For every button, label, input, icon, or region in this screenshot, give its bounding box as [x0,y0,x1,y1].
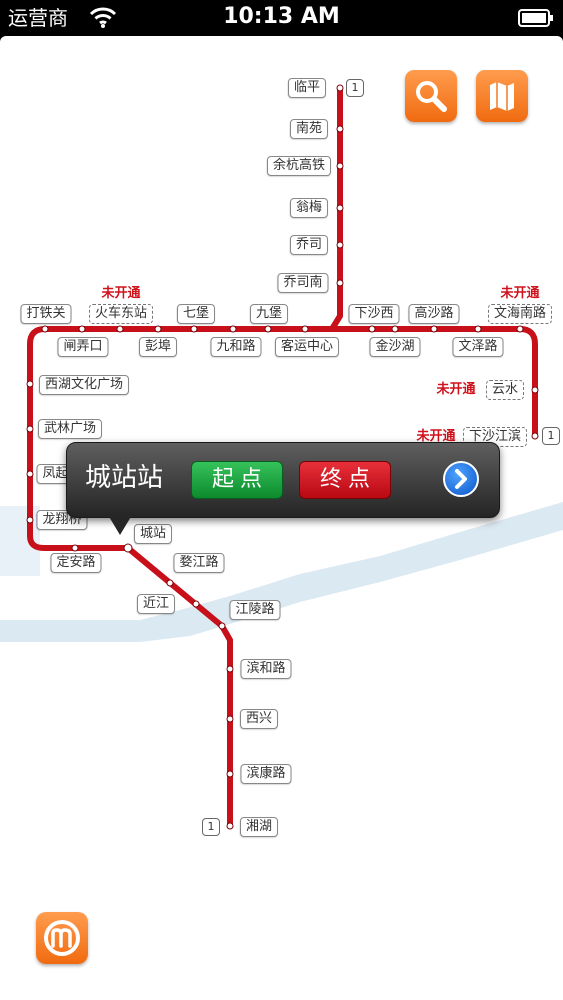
station-label-binkanglu[interactable]: 滨康路 [240,764,292,784]
station-dot-gaoshalu[interactable] [430,325,438,333]
line-1-badge-xiasha: 1 [542,427,560,445]
station-dot-jiubao[interactable] [264,325,272,333]
station-label-wulin-guangchang[interactable]: 武林广场 [37,419,103,439]
station-label-jianglinglu[interactable]: 江陵路 [229,600,281,620]
station-dot-wujianglu[interactable] [166,579,174,587]
hangzhou-metro-logo-icon [44,920,80,956]
station-label-zhanongkou[interactable]: 闸弄口 [57,337,109,357]
station-label-jinshahu[interactable]: 金沙湖 [369,337,421,357]
map-icon [490,82,514,111]
set-start-button[interactable]: 起点 [191,461,283,499]
station-dot-qibao[interactable] [190,325,198,333]
station-label-jinjiang[interactable]: 近江 [136,594,176,614]
station-dot-binhelu[interactable] [226,665,234,673]
station-label-binhelu[interactable]: 滨和路 [240,659,292,679]
station-dot-qiaosi-nan[interactable] [336,279,344,287]
station-label-huoche-dongzhan[interactable]: 火车东站 [88,304,154,324]
station-dot-wulin[interactable] [26,425,34,433]
station-label-nanyuan[interactable]: 南苑 [289,119,329,139]
station-label-qiaosi[interactable]: 乔司 [289,235,329,255]
station-label-datieguan[interactable]: 打铁关 [20,304,72,324]
station-detail-button[interactable] [443,461,479,497]
station-dot-wenhai-nanlu[interactable] [516,325,524,333]
metro-logo-button[interactable] [36,912,88,964]
search-icon [416,81,447,112]
station-label-wujianglu[interactable]: 婺江路 [173,553,225,573]
station-label-gaoshalu[interactable]: 高沙路 [408,304,460,324]
station-dot-jinshahu[interactable] [391,325,399,333]
station-dot-dinganlu[interactable] [71,544,79,552]
station-label-keyun-zhongxin[interactable]: 客运中心 [274,337,340,357]
station-label-chengzhan[interactable]: 城站 [133,524,173,544]
station-popup: 城站站 起点 终点 [66,442,500,518]
station-dot-wengmei[interactable] [336,204,344,212]
search-button[interactable] [405,70,457,122]
chevron-right-icon [455,469,467,489]
station-label-jiuhelu[interactable]: 九和路 [210,337,262,357]
station-label-yunshui[interactable]: 云水 [485,380,525,400]
station-dot-chengzhan[interactable] [123,543,133,553]
station-dot-jiuhelu[interactable] [229,325,237,333]
station-dot-xianghu[interactable] [226,822,234,830]
station-label-dinganlu[interactable]: 定安路 [50,553,102,573]
map-button[interactable] [476,70,528,122]
station-dot-pengbu[interactable] [154,325,162,333]
station-dot-yunshui[interactable] [531,386,539,394]
station-label-xihu-wenhua-guangchang[interactable]: 西湖文化广场 [38,375,130,395]
station-label-wenhai-nanlu[interactable]: 文海南路 [487,304,553,324]
line-1-badge-linping: 1 [346,79,364,97]
popup-station-title: 城站站 [85,463,164,493]
station-label-wenzelu[interactable]: 文泽路 [452,337,504,357]
station-dot-linping[interactable] [336,84,344,92]
clock: 10:13 AM [223,4,340,29]
station-dot-huoche-dongzhan[interactable] [116,325,124,333]
status-bar: 运营商 10:13 AM [0,0,563,36]
station-dot-binkanglu[interactable] [226,770,234,778]
station-dot-nanyuan[interactable] [336,125,344,133]
station-dot-yuhang-gaotie[interactable] [336,162,344,170]
station-label-qibao[interactable]: 七堡 [176,304,216,324]
station-dot-xihu-wenhua[interactable] [26,380,34,388]
metro-map-screen[interactable]: 1 1 1 未开通 未开通 未开通 未开通 临平 南苑 余杭高铁 翁梅 乔司 乔… [0,36,563,1000]
station-dot-wenzelu[interactable] [474,325,482,333]
station-label-xiashaxi[interactable]: 下沙西 [348,304,400,324]
station-label-yuhang-gaotie[interactable]: 余杭高铁 [266,156,332,176]
not-open-notice-huoche-dongzhan: 未开通 [101,286,141,301]
station-dot-qiaosi[interactable] [336,241,344,249]
not-open-notice-wenhai-nanlu: 未开通 [500,286,540,301]
station-dot-longxiangqiao[interactable] [26,516,34,524]
station-dot-xixing[interactable] [226,715,234,723]
station-label-linping[interactable]: 临平 [287,78,327,98]
station-dot-keyun-zhongxin[interactable] [301,325,309,333]
station-label-qiaosi-nan[interactable]: 乔司南 [277,273,329,293]
station-label-wengmei[interactable]: 翁梅 [289,198,329,218]
station-dot-xiasha-jiangbin[interactable] [531,432,539,440]
set-end-button[interactable]: 终点 [299,461,391,499]
station-dot-jianglinglu[interactable] [218,622,226,630]
station-dot-xiashaxi[interactable] [368,325,376,333]
station-label-jiubao[interactable]: 九堡 [249,304,289,324]
not-open-notice-yunshui: 未开通 [436,382,476,397]
popup-pointer [108,515,132,535]
station-dot-zhanongkou[interactable] [78,325,86,333]
station-label-pengbu[interactable]: 彭埠 [138,337,178,357]
station-dot-jinjiang[interactable] [192,600,200,608]
station-dot-fengqilu[interactable] [26,470,34,478]
battery-icon [518,9,553,27]
line-1-badge-xianghu: 1 [202,818,220,836]
station-dot-datieguan[interactable] [41,325,49,333]
station-label-xixing[interactable]: 西兴 [239,709,279,729]
station-label-xianghu[interactable]: 湘湖 [239,817,279,837]
